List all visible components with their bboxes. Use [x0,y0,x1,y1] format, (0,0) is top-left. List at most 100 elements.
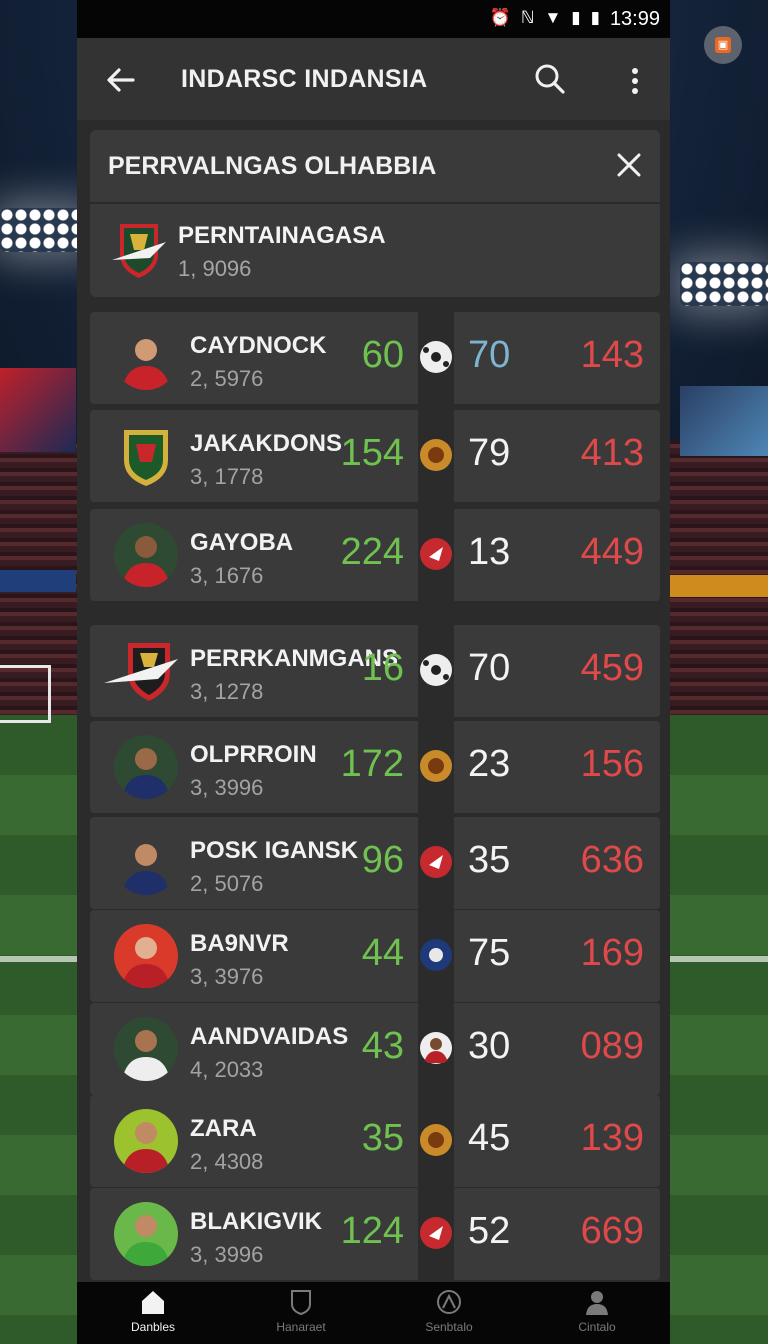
league-title: PERRVALNGAS OLHABBIA [108,152,437,180]
player-name: JAKAKDONS [190,430,343,457]
stat-positive: 224 [340,531,404,573]
battery-icon: ▮ [590,8,600,27]
player-value: 3, 1278 [190,679,264,704]
search-icon[interactable] [533,62,567,96]
stat-negative: 156 [580,743,644,785]
club-badge-icon [420,439,452,471]
list-item[interactable]: OLPRROIN 3, 3996 172 23 156 [77,721,670,813]
stat-neutral: 35 [468,839,511,881]
player-name: AANDVAIDAS [190,1023,349,1050]
ball-icon [437,1290,461,1314]
stat-neutral: 75 [468,932,511,974]
bottom-nav: Danbles Hanaraet Senbtalo Cintalo [77,1282,670,1344]
stat-negative: 169 [580,932,644,974]
team-value: 1, 9096 [178,256,252,281]
nav-item-home[interactable]: Danbles [79,1288,227,1342]
player-value: 3, 3976 [190,964,264,989]
stat-neutral: 70 [468,647,511,689]
stats-panel: 75 169 [454,910,660,1002]
player-name: POSK IGANSK [190,837,359,864]
player-value: 2, 4308 [190,1149,264,1174]
player-panel: ZARA 2, 4308 35 [90,1095,418,1187]
stat-negative: 139 [580,1117,644,1159]
wifi-icon: ▼ [544,8,562,27]
stat-positive: 16 [361,647,404,689]
ball-icon [420,341,452,373]
floating-app-button[interactable]: ▣ [704,26,742,64]
player-panel: BLAKIGVIK 3, 3996 124 [90,1188,418,1280]
status-time: 13:99 [609,8,660,30]
stat-positive: 96 [361,839,404,881]
stats-panel: 52 669 [454,1188,660,1280]
team-name: PERNTAINAGASA [178,222,386,249]
nav-label: Senbtalo [425,1320,473,1334]
player-avatar [114,523,178,587]
stats-panel: 70 143 [454,312,660,404]
list-item[interactable]: PERRKANMGANS 3, 1278 16 70 459 [77,625,670,717]
list-item[interactable]: JAKAKDONS 3, 1778 154 79 413 [77,410,670,502]
stat-neutral: 52 [468,1210,511,1252]
list-item[interactable]: BA9NVR 3, 3976 44 75 169 [77,910,670,1002]
player-value: 4, 2033 [190,1057,264,1082]
player-avatar [114,1202,178,1266]
stat-positive: 124 [340,1210,404,1252]
stat-neutral: 30 [468,1025,511,1067]
home-icon [142,1291,164,1314]
player-panel: AANDVAIDAS 4, 2033 43 [90,1003,418,1095]
divider [90,202,660,204]
more-vert-icon[interactable] [625,64,645,98]
club-badge-icon [420,846,452,878]
mute-icon: ℕ [520,8,535,27]
shield-icon [291,1290,311,1316]
stat-negative: 636 [580,839,644,881]
stats-panel: 13 449 [454,509,660,601]
player-value: 3, 3996 [190,1242,264,1267]
back-arrow-icon[interactable] [103,62,139,98]
nav-item-profile[interactable]: Cintalo [523,1288,671,1342]
stat-positive: 60 [361,334,404,376]
player-value: 2, 5076 [190,871,264,896]
player-avatar [114,1017,178,1081]
club-badge-icon [420,1217,452,1249]
stat-negative: 413 [580,432,644,474]
club-badge-icon [420,750,452,782]
stat-neutral: 13 [468,531,511,573]
player-name: CAYDNOCK [190,332,327,359]
app-bar: INDARSC INDANSIA [77,38,670,120]
team-crest-icon [104,643,178,701]
player-panel: CAYDNOCK 2, 5976 60 [90,312,418,404]
player-avatar [114,735,178,799]
phone-screen: ⏰ ℕ ▼ ▮ ▮ 13:99 INDARSC INDANSIA PERRVAL… [77,0,670,1344]
player-name: OLPRROIN [190,741,317,768]
club-badge-icon [420,939,452,971]
nav-label: Danbles [130,1320,176,1334]
player-value: 3, 1778 [190,464,264,489]
list-item[interactable]: POSK IGANSK 2, 5076 96 35 636 [77,817,670,909]
list-item[interactable]: ZARA 2, 4308 35 45 139 [77,1095,670,1187]
close-icon[interactable] [616,152,642,178]
player-panel: PERRKANMGANS 3, 1278 16 [90,625,418,717]
list-item[interactable]: BLAKIGVIK 3, 3996 124 52 669 [77,1188,670,1280]
list-item[interactable]: AANDVAIDAS 4, 2033 43 30 089 [77,1003,670,1095]
alarm-icon: ⏰ [489,8,511,27]
list-item[interactable]: CAYDNOCK 2, 5976 60 70 143 [77,312,670,404]
stats-panel: 35 636 [454,817,660,909]
stat-negative: 089 [580,1025,644,1067]
nav-item-matches[interactable]: Senbtalo [375,1288,523,1342]
stat-neutral: 70 [468,334,511,376]
signal-icon: ▮ [571,8,581,27]
player-avatar [114,326,178,390]
list-item[interactable]: GAYOBA 3, 1676 224 13 449 [77,509,670,601]
nav-label: Cintalo [578,1320,616,1334]
player-avatar [114,831,178,895]
player-value: 2, 5976 [190,366,264,391]
player-value: 3, 3996 [190,775,264,800]
stat-negative: 669 [580,1210,644,1252]
stat-positive: 44 [361,932,404,974]
stat-neutral: 23 [468,743,511,785]
nav-item-team[interactable]: Hanaraet [227,1288,375,1342]
player-name: BLAKIGVIK [190,1208,322,1235]
stat-negative: 143 [580,334,644,376]
club-badge-icon [420,538,452,570]
stat-positive: 35 [361,1117,404,1159]
